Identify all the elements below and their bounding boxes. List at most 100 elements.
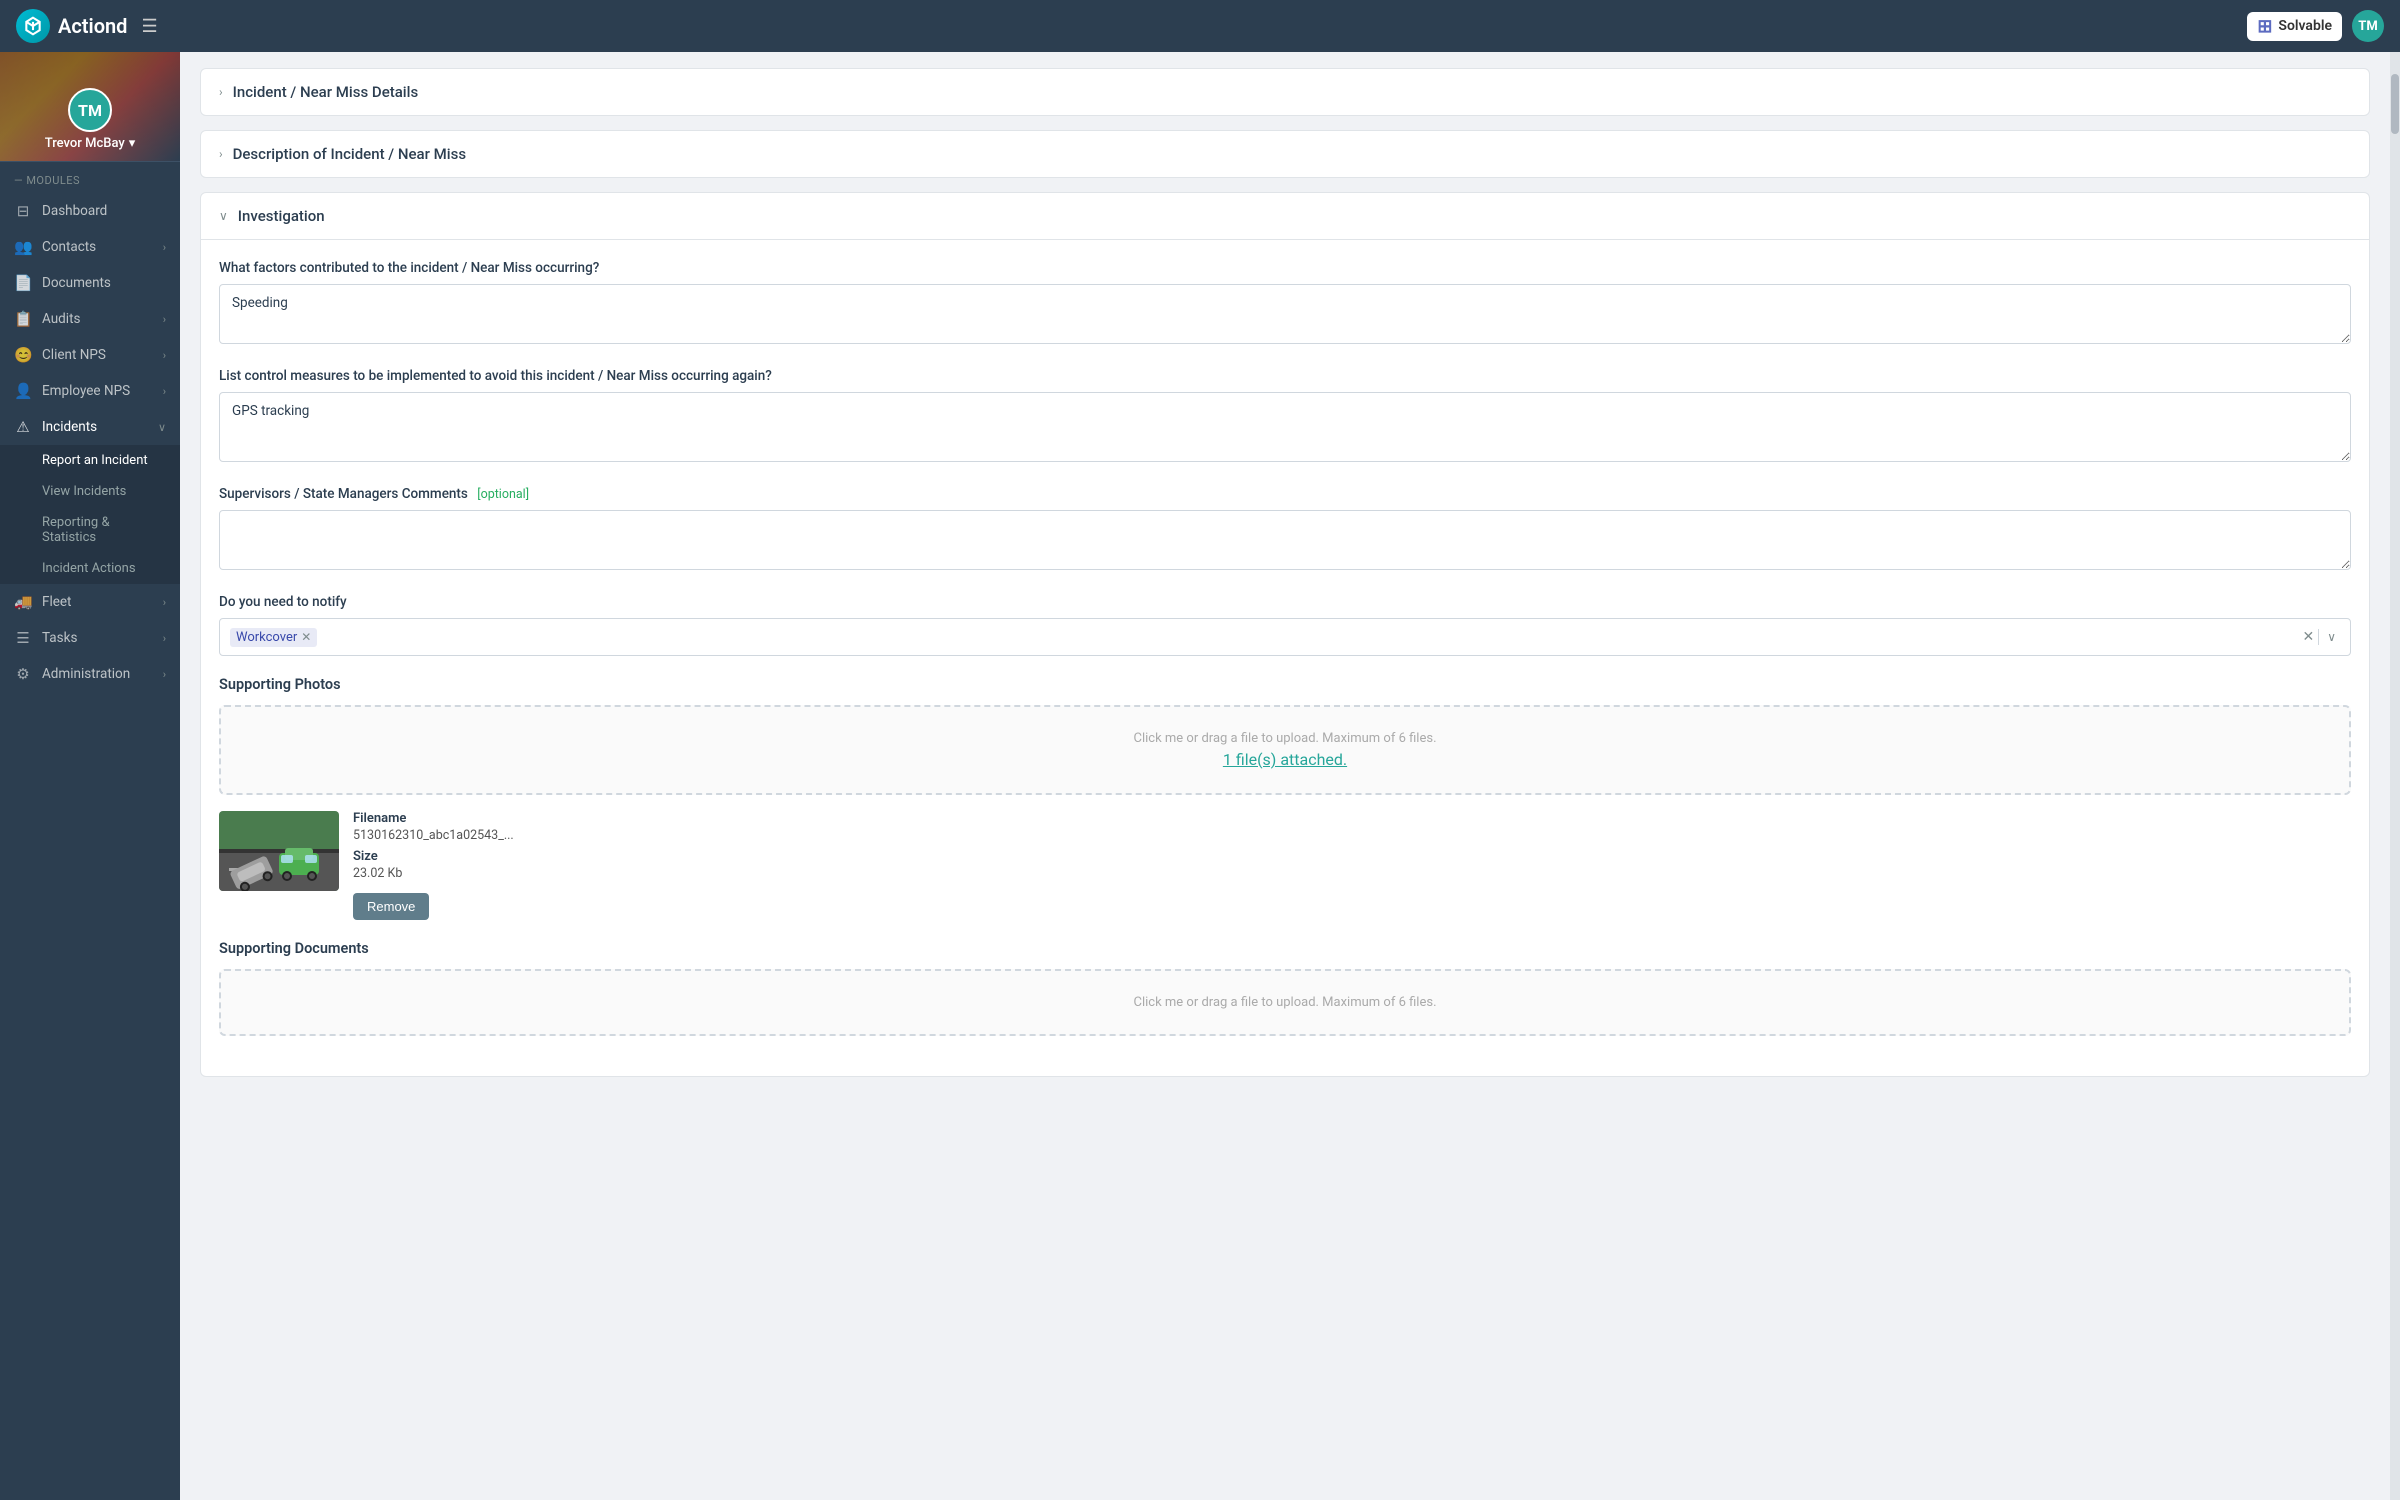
supervisors-textarea[interactable]: [219, 510, 2351, 570]
chevron-right-icon: ›: [163, 385, 166, 398]
sidebar-username: Trevor McBay ▾: [45, 136, 136, 151]
app-name: Actiond: [58, 14, 127, 38]
username-dropdown-icon[interactable]: ▾: [129, 136, 136, 151]
description-title: Description of Incident / Near Miss: [233, 145, 466, 163]
chevron-down-icon: ∨: [158, 421, 166, 434]
sidebar-subitem-view-incidents[interactable]: View Incidents: [0, 476, 180, 507]
sidebar-item-client-nps[interactable]: 😊 Client NPS ›: [0, 337, 180, 373]
sidebar-item-tasks[interactable]: ☰ Tasks ›: [0, 620, 180, 656]
supporting-docs-label: Supporting Documents: [219, 940, 2351, 957]
factors-label: What factors contributed to the incident…: [219, 260, 2351, 276]
sidebar-avatar: TM: [68, 88, 112, 132]
sidebar-item-contacts[interactable]: 👥 Contacts ›: [0, 229, 180, 265]
top-navbar: Actiond ☰ ⊞ Solvable TM: [0, 0, 2400, 52]
investigation-title: Investigation: [238, 207, 325, 225]
control-measures-label: List control measures to be implemented …: [219, 368, 2351, 384]
dashboard-icon: ⊟: [14, 202, 32, 220]
logo: Actiond: [16, 9, 127, 43]
upload-instruction: Click me or drag a file to upload. Maxim…: [245, 731, 2325, 746]
filename-value: 5130162310_abc1a02543_...: [353, 828, 514, 843]
file-thumbnail: [219, 811, 339, 891]
chevron-right-icon: ›: [163, 349, 166, 362]
doc-upload-instruction: Click me or drag a file to upload. Maxim…: [245, 995, 2325, 1010]
file-meta: Filename 5130162310_abc1a02543_... Size …: [353, 811, 514, 920]
sidebar-profile: TM Trevor McBay ▾: [0, 52, 180, 162]
main-content: › Incident / Near Miss Details › Descrip…: [180, 52, 2390, 1500]
right-scrollbar[interactable]: [2390, 52, 2400, 1500]
incidents-icon: ⚠: [14, 418, 32, 436]
photo-upload-area[interactable]: Click me or drag a file to upload. Maxim…: [219, 705, 2351, 795]
sidebar-item-dashboard[interactable]: ⊟ Dashboard: [0, 193, 180, 229]
incident-details-header[interactable]: › Incident / Near Miss Details: [201, 69, 2369, 115]
fleet-icon: 🚚: [14, 593, 32, 611]
notify-tag: Workcover ✕: [230, 628, 317, 647]
sidebar-item-label: Employee NPS: [42, 383, 130, 399]
filename-label: Filename: [353, 811, 514, 826]
supervisors-label: Supervisors / State Managers Comments [o…: [219, 486, 2351, 502]
sidebar-item-label: Tasks: [42, 630, 77, 646]
topnav-user-avatar[interactable]: TM: [2352, 10, 2384, 42]
scrollbar-thumb: [2391, 74, 2399, 134]
chevron-right-icon: ›: [163, 241, 166, 254]
sidebar-subitem-reporting-statistics[interactable]: Reporting & Statistics: [0, 507, 180, 553]
chevron-right-icon: ›: [163, 596, 166, 609]
hamburger-menu[interactable]: ☰: [141, 16, 157, 37]
sidebar-subitem-report-incident[interactable]: Report an Incident: [0, 445, 180, 476]
notify-group: Do you need to notify Workcover ✕ ✕ ∨: [219, 594, 2351, 656]
remove-file-button[interactable]: Remove: [353, 893, 429, 920]
logo-icon: [16, 9, 50, 43]
sidebar-item-label: Client NPS: [42, 347, 106, 363]
optional-tag: [optional]: [477, 487, 529, 502]
sidebar-item-label: Fleet: [42, 594, 71, 610]
sidebar-item-incidents[interactable]: ⚠ Incidents ∨: [0, 409, 180, 445]
filesize-value: 23.02 Kb: [353, 866, 514, 881]
notify-tag-remove[interactable]: ✕: [301, 630, 311, 644]
sidebar-item-fleet[interactable]: 🚚 Fleet ›: [0, 584, 180, 620]
modules-label: — MODULES: [0, 162, 180, 193]
topnav-left: Actiond ☰: [16, 9, 158, 43]
topnav-right: ⊞ Solvable TM: [2247, 10, 2384, 42]
sidebar-item-label: Documents: [42, 275, 111, 291]
doc-upload-area[interactable]: Click me or drag a file to upload. Maxim…: [219, 969, 2351, 1036]
sidebar-item-employee-nps[interactable]: 👤 Employee NPS ›: [0, 373, 180, 409]
solvable-icon: ⊞: [2257, 16, 2272, 37]
description-card: › Description of Incident / Near Miss: [200, 130, 2370, 178]
control-measures-textarea[interactable]: [219, 392, 2351, 462]
upload-attached-count: 1 file(s) attached.: [245, 750, 2325, 769]
investigation-card: ∨ Investigation What factors contributed…: [200, 192, 2370, 1077]
employee-nps-icon: 👤: [14, 382, 32, 400]
supporting-photos-label: Supporting Photos: [219, 676, 2351, 693]
investigation-header[interactable]: ∨ Investigation: [201, 193, 2369, 240]
client-nps-icon: 😊: [14, 346, 32, 364]
chevron-right-icon: ›: [163, 632, 166, 645]
notify-clear-icon[interactable]: ✕: [2298, 629, 2319, 645]
sidebar-item-administration[interactable]: ⚙ Administration ›: [0, 656, 180, 692]
incident-details-card: › Incident / Near Miss Details: [200, 68, 2370, 116]
incident-details-title: Incident / Near Miss Details: [233, 83, 419, 101]
app-body: TM Trevor McBay ▾ — MODULES ⊟ Dashboard …: [0, 52, 2400, 1500]
sidebar-item-label: Administration: [42, 666, 130, 682]
contacts-icon: 👥: [14, 238, 32, 256]
notify-tag-label: Workcover: [236, 630, 297, 645]
brand-name: Solvable: [2278, 18, 2332, 34]
sidebar-item-documents[interactable]: 📄 Documents: [0, 265, 180, 301]
investigation-body: What factors contributed to the incident…: [201, 240, 2369, 1076]
collapse-chevron-icon: ›: [219, 85, 223, 99]
sidebar-item-label: Audits: [42, 311, 80, 327]
sidebar-item-label: Incidents: [42, 419, 97, 435]
factors-group: What factors contributed to the incident…: [219, 260, 2351, 348]
incidents-subitems: Report an Incident View Incidents Report…: [0, 445, 180, 584]
documents-icon: 📄: [14, 274, 32, 292]
notify-dropdown-icon[interactable]: ∨: [2323, 630, 2340, 644]
factors-textarea[interactable]: [219, 284, 2351, 344]
description-header[interactable]: › Description of Incident / Near Miss: [201, 131, 2369, 177]
administration-icon: ⚙: [14, 665, 32, 683]
sidebar-item-audits[interactable]: 📋 Audits ›: [0, 301, 180, 337]
supporting-photos-group: Supporting Photos Click me or drag a fil…: [219, 676, 2351, 920]
notify-select[interactable]: Workcover ✕ ✕ ∨: [219, 618, 2351, 656]
chevron-right-icon: ›: [163, 313, 166, 326]
supporting-docs-group: Supporting Documents Click me or drag a …: [219, 940, 2351, 1036]
tasks-icon: ☰: [14, 629, 32, 647]
sidebar-subitem-incident-actions[interactable]: Incident Actions: [0, 553, 180, 584]
supervisors-group: Supervisors / State Managers Comments [o…: [219, 486, 2351, 574]
